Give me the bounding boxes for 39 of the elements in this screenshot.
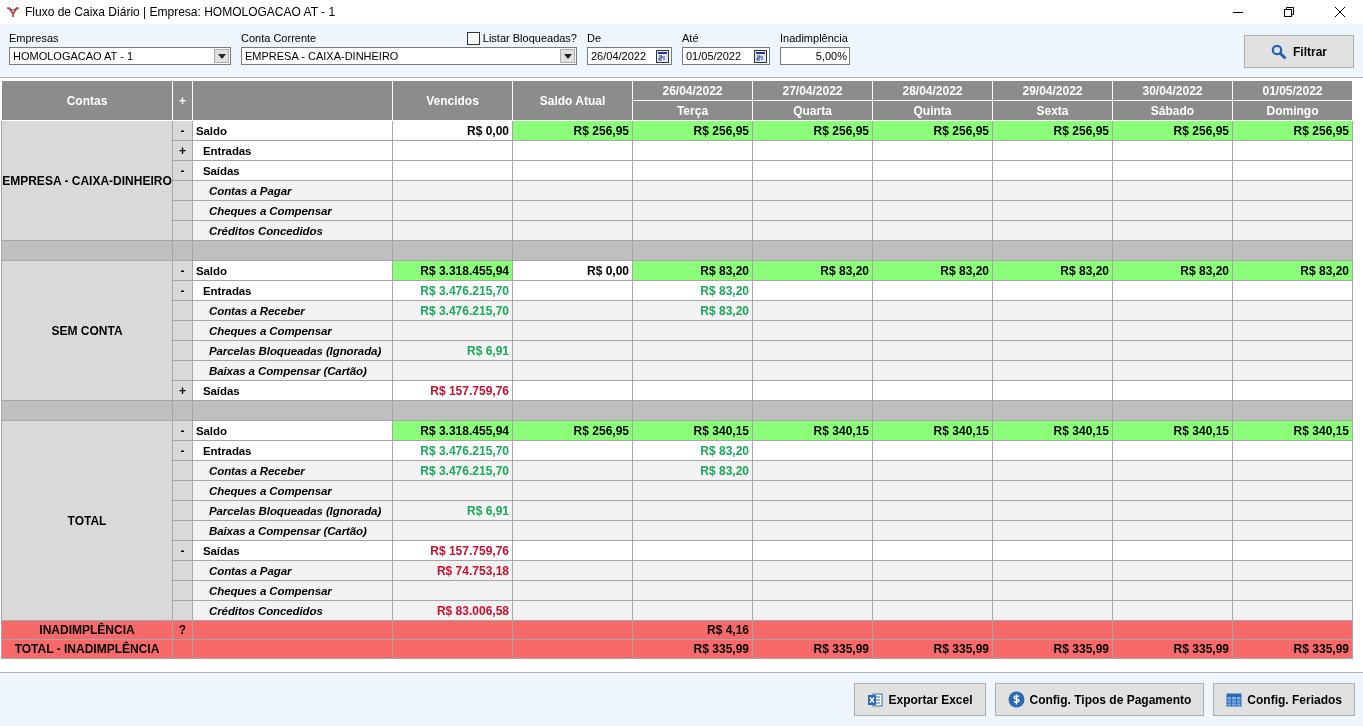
account-group-name: SEM CONTA <box>1 260 173 401</box>
field-label: De <box>587 32 602 44</box>
percent-field[interactable]: 5,00% <box>780 47 850 65</box>
spreadsheet-icon <box>867 691 884 708</box>
dropdown-arrow-icon[interactable] <box>217 53 226 59</box>
date-header: 30/04/2022 <box>1112 80 1233 101</box>
dropdown-arrow-icon[interactable] <box>563 53 572 59</box>
restore-icon <box>1284 7 1294 17</box>
field-label: Até <box>682 32 699 44</box>
date-header: 28/04/2022 <box>872 80 993 101</box>
date-field[interactable]: 01/05/2022 <box>682 47 770 65</box>
search-icon <box>1271 43 1287 60</box>
close-icon <box>1335 7 1345 17</box>
dollar-coin-icon <box>1007 691 1025 708</box>
company-dropdown[interactable]: HOMOLOGACAO AT - 1 <box>9 47 231 65</box>
date-header: 27/04/2022 <box>752 80 873 101</box>
column-header: Vencidos <box>392 80 513 121</box>
window-title: Fluxo de Caixa Diário | Empresa: HOMOLOGACAO AT - 1 <box>25 5 337 19</box>
column-header: Saldo Atual <box>512 80 633 121</box>
field-label: Empresas <box>9 32 59 44</box>
app-logo-icon <box>6 6 20 18</box>
calendar-icon[interactable] <box>656 49 669 63</box>
column-header: Contas <box>1 80 173 121</box>
date-field[interactable]: 26/04/2022 <box>587 47 672 65</box>
account-group-name: EMPRESA - CAIXA-DINHEIRO <box>1 120 173 241</box>
blocked-checkbox[interactable]: Listar Bloqueadas? <box>466 31 577 45</box>
action-button[interactable]: Exportar Excel <box>854 683 986 716</box>
field-label: Conta Corrente <box>241 32 317 44</box>
account-group-name: TOTAL <box>1 420 173 621</box>
filter-button[interactable]: Filtrar <box>1244 35 1354 68</box>
date-header: 29/04/2022 <box>992 80 1113 101</box>
table-grid-icon <box>1226 691 1243 708</box>
action-button[interactable]: Config. Tipos de Pagamento <box>994 683 1205 716</box>
calendar-icon[interactable] <box>754 49 767 63</box>
date-header: 26/04/2022 <box>632 80 753 101</box>
account-dropdown[interactable]: EMPRESA - CAIXA-DINHEIRO <box>241 47 577 65</box>
field-label: Inadimplência <box>780 32 848 44</box>
action-button[interactable]: Config. Feriados <box>1213 683 1355 716</box>
date-header: 01/05/2022 <box>1232 80 1353 101</box>
